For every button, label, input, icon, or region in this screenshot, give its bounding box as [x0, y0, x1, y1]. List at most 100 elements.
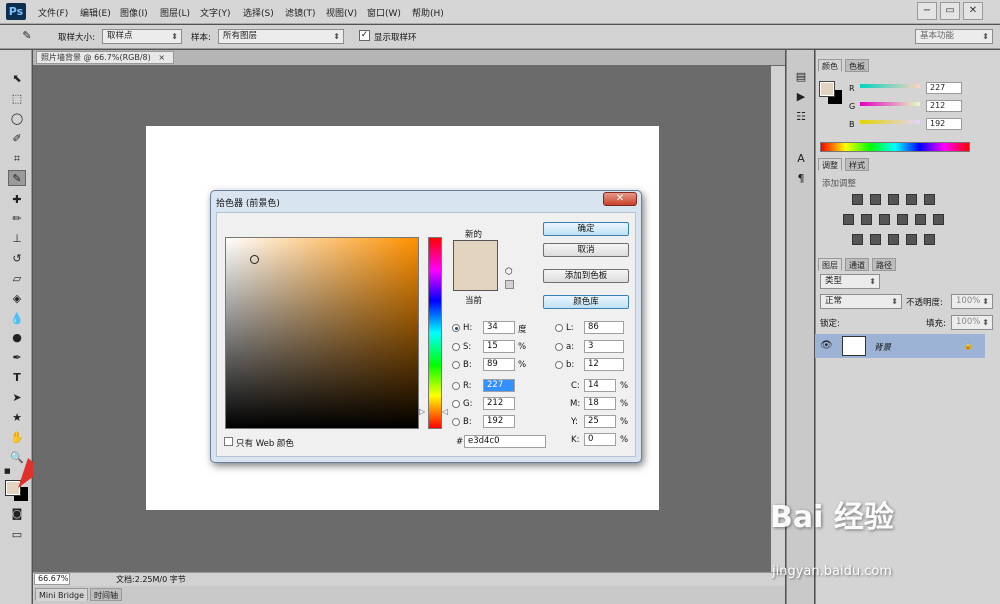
opacity-field[interactable]: 100% [951, 294, 993, 309]
l-radio[interactable] [555, 324, 563, 332]
properties-panel-icon[interactable]: ☷ [792, 109, 810, 125]
color-lookup-icon[interactable] [933, 214, 944, 225]
blur-tool-icon[interactable]: 💧 [8, 311, 26, 327]
marquee-tool-icon[interactable]: ⬚ [8, 91, 26, 107]
tab-color[interactable]: 颜色 [818, 59, 842, 72]
workspace-select[interactable]: 基本功能 [915, 29, 993, 44]
color-b-value[interactable]: 192 [926, 118, 962, 130]
menu-window[interactable]: 窗口(W) [367, 6, 401, 19]
g-radio[interactable] [452, 400, 460, 408]
paint-bucket-tool-icon[interactable]: ◈ [8, 291, 26, 307]
hue-slider-right-arrow[interactable]: ◁ [442, 407, 448, 416]
r-input[interactable]: 227 [483, 379, 515, 392]
y-input[interactable]: 25 [584, 415, 616, 428]
restore-button[interactable]: ▭ [940, 2, 960, 20]
l-input[interactable]: 86 [584, 321, 624, 334]
saturation-brightness-field[interactable] [225, 237, 419, 429]
tab-swatches[interactable]: 色板 [845, 59, 869, 72]
eyedropper-tool-icon[interactable]: ✎ [16, 29, 38, 44]
color-panel-fg-swatch[interactable] [819, 81, 835, 97]
menu-type[interactable]: 文字(Y) [200, 6, 231, 19]
tab-channels[interactable]: 通道 [845, 258, 869, 271]
quick-mask-icon[interactable]: ◙ [8, 506, 26, 522]
tab-layers[interactable]: 图层 [818, 258, 842, 271]
r-radio[interactable] [452, 382, 460, 390]
sample-size-select[interactable]: 取样点 [102, 29, 182, 44]
selective-color-icon[interactable] [924, 234, 935, 245]
document-tab-close-icon[interactable]: × [158, 53, 165, 62]
levels-adjust-icon[interactable] [870, 194, 881, 205]
invert-icon[interactable] [852, 234, 863, 245]
exposure-adjust-icon[interactable] [906, 194, 917, 205]
layer-row-background[interactable] [815, 334, 985, 358]
blend-mode-select[interactable]: 正常 [820, 294, 902, 309]
gradient-map-icon[interactable] [906, 234, 917, 245]
dodge-tool-icon[interactable]: ● [8, 330, 26, 346]
channel-mixer-icon[interactable] [915, 214, 926, 225]
brush-tool-icon[interactable]: ✏ [8, 211, 26, 227]
eyedropper-tool-icon[interactable]: ✎ [8, 170, 26, 186]
sample-select[interactable]: 所有图层 [218, 29, 344, 44]
move-tool-icon[interactable]: ⬉ [8, 71, 26, 87]
history-brush-tool-icon[interactable]: ↺ [8, 251, 26, 267]
tab-styles[interactable]: 样式 [845, 158, 869, 171]
web-only-checkbox[interactable] [224, 437, 233, 446]
quick-select-tool-icon[interactable]: ✐ [8, 131, 26, 147]
pen-tool-icon[interactable]: ✒ [8, 350, 26, 366]
h-radio[interactable] [452, 324, 460, 332]
threshold-icon[interactable] [888, 234, 899, 245]
web-safe-swatch[interactable] [505, 280, 514, 289]
color-r-slider[interactable] [860, 84, 920, 88]
h-input[interactable]: 34 [483, 321, 515, 334]
show-ring-checkbox[interactable]: ✓ [359, 30, 370, 41]
menu-help[interactable]: 帮助(H) [412, 6, 444, 19]
lab-b-input[interactable]: 12 [584, 358, 624, 371]
color-field-cursor[interactable] [250, 255, 259, 264]
color-g-slider[interactable] [860, 102, 920, 106]
eye-icon[interactable]: 👁 [820, 340, 833, 352]
k-input[interactable]: 0 [584, 433, 616, 446]
zoom-level[interactable]: 66.67% [34, 573, 70, 585]
s-radio[interactable] [452, 343, 460, 351]
menu-view[interactable]: 视图(V) [326, 6, 357, 19]
brightness-input[interactable]: 89 [483, 358, 515, 371]
document-tab[interactable]: 照片墙背景 @ 66.7%(RGB/8) × [36, 51, 174, 64]
menu-image[interactable]: 图像(I) [120, 6, 148, 19]
b-input[interactable]: 192 [483, 415, 515, 428]
menu-layer[interactable]: 图层(L) [160, 6, 190, 19]
eraser-tool-icon[interactable]: ▱ [8, 271, 26, 287]
lab-a-input[interactable]: 3 [584, 340, 624, 353]
color-r-value[interactable]: 227 [926, 82, 962, 94]
color-g-value[interactable]: 212 [926, 100, 962, 112]
character-panel-icon[interactable]: A [792, 151, 810, 167]
type-tool-icon[interactable]: T [8, 370, 26, 386]
hue-adjust-icon[interactable] [843, 214, 854, 225]
lab-b-radio[interactable] [555, 361, 563, 369]
history-panel-icon[interactable]: ▤ [792, 69, 810, 85]
cancel-button[interactable]: 取消 [543, 243, 629, 257]
paragraph-panel-icon[interactable]: ¶ [792, 171, 810, 187]
path-select-tool-icon[interactable]: ➤ [8, 390, 26, 406]
posterize-icon[interactable] [870, 234, 881, 245]
color-libraries-button[interactable]: 颜色库 [543, 295, 629, 309]
color-spectrum-bar[interactable] [820, 142, 970, 152]
brightness-adjust-icon[interactable] [852, 194, 863, 205]
brightness-radio[interactable] [452, 361, 460, 369]
tab-mini-bridge[interactable]: Mini Bridge [35, 588, 89, 601]
g-input[interactable]: 212 [483, 397, 515, 410]
close-window-button[interactable]: ✕ [963, 2, 983, 20]
out-of-gamut-cube-icon[interactable]: ⬡ [505, 268, 514, 277]
clone-stamp-tool-icon[interactable]: ⊥ [8, 231, 26, 247]
c-input[interactable]: 14 [584, 379, 616, 392]
curves-adjust-icon[interactable] [888, 194, 899, 205]
add-to-swatches-button[interactable]: 添加到色板 [543, 269, 629, 283]
hex-input[interactable]: e3d4c0 [464, 435, 546, 448]
b-radio[interactable] [452, 418, 460, 426]
tab-timeline[interactable]: 时间轴 [90, 588, 122, 601]
color-b-slider[interactable] [860, 120, 920, 124]
menu-filter[interactable]: 滤镜(T) [285, 6, 316, 19]
black-white-icon[interactable] [879, 214, 890, 225]
actions-play-icon[interactable]: ▶ [792, 89, 810, 105]
tab-adjustments[interactable]: 调整 [818, 158, 842, 171]
ok-button[interactable]: 确定 [543, 222, 629, 236]
